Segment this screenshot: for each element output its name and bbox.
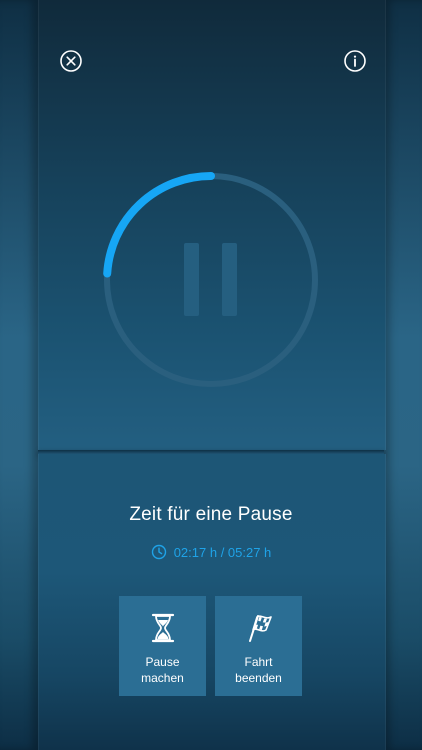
info-card xyxy=(38,454,386,750)
close-circle-icon xyxy=(60,50,82,72)
take-break-button[interactable]: Pause machen xyxy=(119,596,206,696)
page-title: Zeit für eine Pause xyxy=(129,504,293,525)
clock-icon xyxy=(151,544,166,560)
info-button[interactable] xyxy=(342,48,368,74)
pause-timer xyxy=(95,164,327,396)
hourglass-icon xyxy=(151,613,174,643)
take-break-label: Pause machen xyxy=(141,655,184,685)
end-trip-button[interactable]: Fahrt beenden xyxy=(215,596,302,696)
time-text: 02:17 h / 05:27 h xyxy=(173,544,272,560)
checkered-flag-icon xyxy=(248,615,272,642)
close-button[interactable] xyxy=(58,48,84,74)
end-trip-label: Fahrt beenden xyxy=(235,655,282,685)
background-side-left xyxy=(0,0,38,750)
background-side-right xyxy=(384,0,422,750)
elapsed-time: 02:17 h / 05:27 h xyxy=(38,544,384,560)
pause-icon xyxy=(184,243,237,316)
info-circle-icon xyxy=(344,50,366,72)
